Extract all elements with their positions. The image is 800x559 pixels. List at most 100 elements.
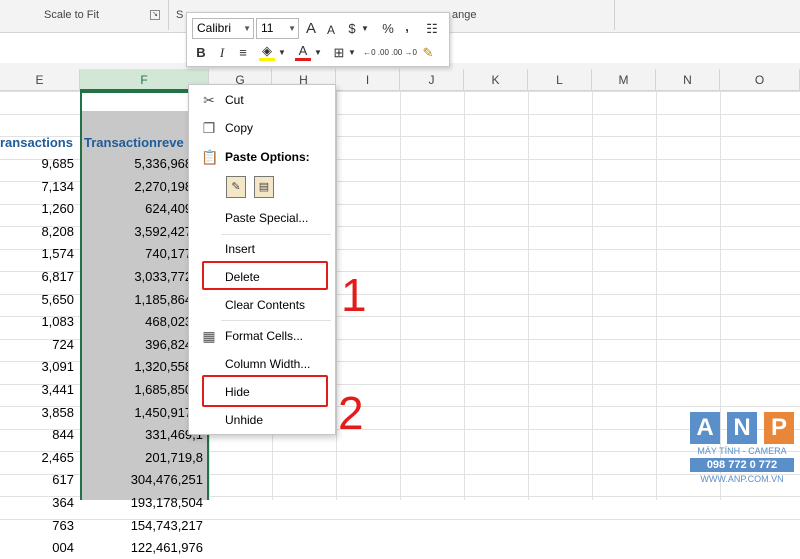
menu-item-label: Paste Special...	[225, 211, 309, 225]
cell-e[interactable]: 1,260	[0, 198, 74, 220]
column-header-o[interactable]: O	[720, 69, 800, 91]
cell-e[interactable]: 844	[0, 424, 74, 446]
cell-e[interactable]: 2,465	[0, 447, 74, 469]
column-header-i[interactable]: I	[336, 69, 400, 91]
menu-item-label: Column Width...	[225, 357, 311, 371]
format-table-icon[interactable]: ☷	[423, 19, 441, 39]
cell-e[interactable]: 364	[0, 492, 74, 514]
menu-item-cut[interactable]: ✂ Cut	[189, 87, 335, 113]
dialog-launcher-icon[interactable]: ↘	[150, 10, 160, 20]
cell-e[interactable]: 3,441	[0, 379, 74, 401]
cell-f[interactable]: 3,033,772,5	[84, 266, 203, 288]
anp-logo: A N P MÁY TÍNH - CAMERA 098 772 0 772 WW…	[690, 412, 794, 492]
font-name-select[interactable]: Calibri ▼	[192, 18, 254, 39]
chevron-down-icon[interactable]: ▼	[360, 19, 370, 39]
cell-e[interactable]: 3,091	[0, 356, 74, 378]
cell-f[interactable]: 396,824,6	[84, 334, 203, 356]
cell-e[interactable]: 1,083	[0, 311, 74, 333]
menu-item-clear-contents[interactable]: Clear Contents	[189, 292, 335, 318]
cell-e[interactable]: 004	[0, 537, 74, 559]
comma-style-button[interactable]: ,	[401, 17, 413, 37]
decrease-decimal-button[interactable]: .00 →0	[391, 43, 417, 63]
italic-button[interactable]: I	[215, 43, 229, 63]
clipboard-icon: 📋	[201, 149, 219, 165]
header-cell-transactionrevenue[interactable]: Transactionreve	[84, 132, 203, 154]
cell-e[interactable]: 6,817	[0, 266, 74, 288]
cell-f[interactable]: 2,270,198,6	[84, 176, 203, 198]
cell-f[interactable]: 154,743,217	[84, 515, 203, 537]
logo-tagline: MÁY TÍNH - CAMERA	[697, 446, 787, 456]
currency-format-button[interactable]: $	[345, 19, 359, 39]
cell-e[interactable]: 7,134	[0, 176, 74, 198]
format-painter-icon[interactable]: ✎	[419, 43, 437, 63]
cell-e[interactable]: 3,858	[0, 402, 74, 424]
cell-f[interactable]: 1,685,850,5	[84, 379, 203, 401]
cell-e[interactable]: 9,685	[0, 153, 74, 175]
menu-item-label: Clear Contents	[225, 298, 306, 312]
menu-item-insert[interactable]: Insert	[189, 236, 335, 262]
logo-letter: N	[727, 412, 757, 444]
menu-item-paste-options: 📋 Paste Options:	[189, 144, 335, 170]
chevron-down-icon: ▼	[288, 24, 296, 33]
annotation-box-delete	[202, 261, 328, 290]
cell-e[interactable]: 1,574	[0, 243, 74, 265]
cell-e[interactable]: 8,208	[0, 221, 74, 243]
paste-icon[interactable]: ▤	[254, 176, 274, 198]
column-headers: E F G H I J K L M N O	[0, 69, 800, 91]
worksheet-grid[interactable]: ransactions Transactionreve 9,685 5,336,9…	[0, 91, 800, 555]
header-cell-transactions[interactable]: ransactions	[0, 132, 74, 154]
menu-item-label: Copy	[225, 121, 254, 135]
menu-item-unhide[interactable]: Unhide	[189, 407, 335, 433]
annotation-step-1: 1	[341, 269, 367, 321]
font-color-button[interactable]: A	[295, 41, 311, 61]
arrange-group-label: ange	[452, 9, 477, 21]
bold-button[interactable]: B	[193, 43, 209, 63]
cell-f[interactable]: 331,469,1	[84, 424, 203, 446]
percent-style-button[interactable]: %	[380, 19, 396, 39]
cell-f[interactable]: 193,178,504	[84, 492, 203, 514]
column-header-e[interactable]: E	[0, 69, 80, 91]
column-header-n[interactable]: N	[656, 69, 720, 91]
cell-e[interactable]: 724	[0, 334, 74, 356]
increase-decimal-button[interactable]: ←0 .00	[363, 43, 389, 63]
cell-e[interactable]: 617	[0, 469, 74, 491]
chevron-down-icon[interactable]: ▼	[347, 43, 357, 63]
font-size-value: 11	[261, 21, 274, 35]
cell-f[interactable]: 1,320,558,6	[84, 356, 203, 378]
mini-toolbar: Calibri ▼ 11 ▼ A A $ ▼ % , ☷ B I ≡ ◈ ▼ A…	[186, 12, 450, 67]
menu-item-column-width[interactable]: Column Width...	[189, 351, 335, 377]
cell-f[interactable]: 304,476,251	[84, 469, 203, 491]
fill-color-icon[interactable]: ◈	[259, 41, 275, 61]
column-header-j[interactable]: J	[400, 69, 464, 91]
align-center-icon[interactable]: ≡	[235, 43, 251, 63]
font-size-select[interactable]: 11 ▼	[256, 18, 299, 39]
cell-f[interactable]: 122,461,976	[84, 537, 203, 559]
cell-e[interactable]: 763	[0, 515, 74, 537]
logo-letter: P	[764, 412, 794, 444]
chevron-down-icon[interactable]: ▼	[277, 43, 287, 63]
cell-e[interactable]: 5,650	[0, 289, 74, 311]
column-header-m[interactable]: M	[592, 69, 656, 91]
column-header-l[interactable]: L	[528, 69, 592, 91]
cell-f[interactable]: 468,023,5	[84, 311, 203, 333]
menu-item-label: Format Cells...	[225, 329, 304, 343]
cell-f[interactable]: 1,450,917,1	[84, 402, 203, 424]
cell-f[interactable]: 201,719,8	[84, 447, 203, 469]
cell-f[interactable]: 1,185,864,6	[84, 289, 203, 311]
cell-f[interactable]: 624,409,8	[84, 198, 203, 220]
column-header-k[interactable]: K	[464, 69, 528, 91]
format-cells-icon: ▦	[202, 328, 216, 344]
menu-item-copy[interactable]: ❐ Copy	[189, 115, 335, 141]
cell-f[interactable]: 740,177,2	[84, 243, 203, 265]
menu-item-format-cells[interactable]: ▦ Format Cells...	[189, 323, 335, 349]
chevron-down-icon[interactable]: ▼	[313, 43, 323, 63]
cell-f[interactable]: 5,336,968,9	[84, 153, 203, 175]
decrease-font-size-button[interactable]: A	[323, 20, 339, 40]
paste-formatting-icon[interactable]: ✎	[226, 176, 246, 198]
menu-item-label: Insert	[225, 242, 256, 256]
annotation-box-hide	[202, 375, 328, 407]
menu-item-paste-special[interactable]: Paste Special...	[189, 205, 335, 231]
increase-font-size-button[interactable]: A	[303, 19, 319, 39]
borders-icon[interactable]: ⊞	[331, 43, 347, 63]
cell-f[interactable]: 3,592,427,4	[84, 221, 203, 243]
